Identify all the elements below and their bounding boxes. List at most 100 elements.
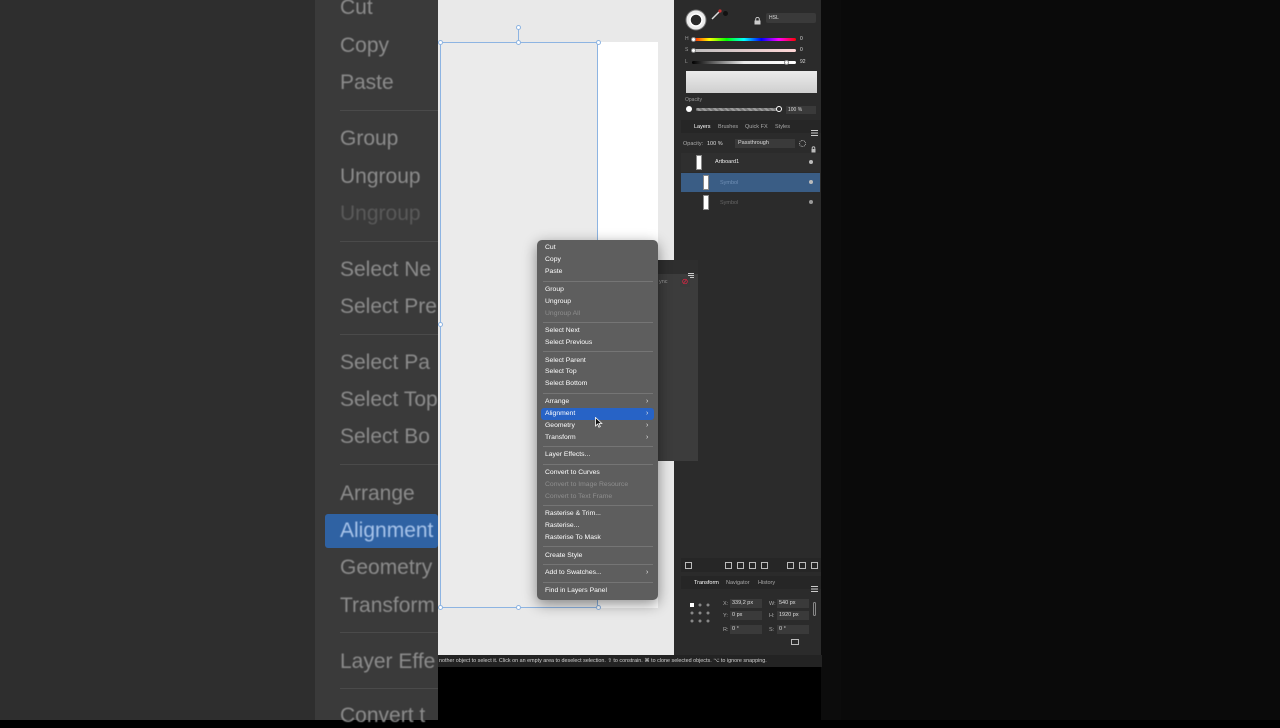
y-field[interactable]: 0 px xyxy=(730,611,762,620)
menu-item-add-to-swatches[interactable]: Add to Swatches... xyxy=(545,568,602,578)
selection-handle[interactable] xyxy=(438,605,443,610)
sync-off-icon[interactable]: ⊘ xyxy=(680,277,690,287)
trash-icon[interactable] xyxy=(811,562,818,569)
selection-handle[interactable] xyxy=(438,40,443,45)
color-well-icon[interactable] xyxy=(723,11,728,16)
tab-quick-fx[interactable]: Quick FX xyxy=(745,124,768,130)
mask-icon[interactable] xyxy=(725,562,732,569)
layer-name[interactable]: Artboard1 xyxy=(715,159,739,165)
saturation-slider[interactable] xyxy=(692,49,796,52)
add-group-icon[interactable] xyxy=(799,562,806,569)
selection-handle[interactable] xyxy=(596,40,601,45)
color-preview[interactable] xyxy=(686,71,817,93)
status-bar: nother object to select it. Click on an … xyxy=(438,655,822,667)
adjustment-icon[interactable] xyxy=(737,562,744,569)
lock-icon[interactable] xyxy=(811,140,816,153)
menu-item-create-style[interactable]: Create Style xyxy=(545,551,582,561)
layer-options-icon[interactable] xyxy=(685,562,692,569)
menu-item-find-in-layers-panel[interactable]: Find in Layers Panel xyxy=(545,586,607,596)
selection-handle[interactable] xyxy=(516,605,521,610)
selection-handle[interactable] xyxy=(596,605,601,610)
menu-item-select-previous[interactable]: Select Previous xyxy=(545,338,592,348)
menu-icon[interactable] xyxy=(811,123,818,136)
tab-history[interactable]: History xyxy=(758,580,775,586)
menu-item-rasterise-to-mask[interactable]: Rasterise To Mask xyxy=(545,533,601,543)
height-field[interactable]: 1920 px xyxy=(777,611,809,620)
menu-item-ungroup-all: Ungroup All xyxy=(545,310,581,317)
menu-item-select-parent[interactable]: Select Parent xyxy=(545,356,586,366)
lightness-slider[interactable] xyxy=(692,61,796,64)
chevron-right-icon: › xyxy=(646,410,649,417)
saturation-slider-knob[interactable] xyxy=(691,48,696,53)
gear-icon[interactable] xyxy=(799,140,806,147)
width-field[interactable]: 540 px xyxy=(777,599,809,608)
link-icon[interactable] xyxy=(813,602,816,616)
anchor-point-selector[interactable] xyxy=(689,602,711,624)
hue-value[interactable]: 0 xyxy=(800,36,803,42)
menu-item-rasterise[interactable]: Rasterise... xyxy=(545,521,579,531)
rotation-handle[interactable] xyxy=(516,25,521,30)
opacity-slider[interactable] xyxy=(696,108,778,111)
bg-menu-item: Paste xyxy=(340,71,394,94)
layer-row-selected[interactable] xyxy=(681,173,820,192)
color-model-select[interactable]: HSL xyxy=(766,13,816,23)
chevron-right-icon: › xyxy=(646,398,649,405)
visibility-icon[interactable] xyxy=(809,200,813,204)
menu-item-layer-effects[interactable]: Layer Effects... xyxy=(545,450,590,460)
menu-item-arrange[interactable]: Arrange xyxy=(545,397,569,407)
saturation-value[interactable]: 0 xyxy=(800,47,803,53)
w-label: W: xyxy=(769,601,776,607)
symbols-panel-fragment xyxy=(658,260,698,461)
transform-objects-icon[interactable] xyxy=(791,639,799,645)
layer-name[interactable]: Symbol xyxy=(720,200,738,206)
menu-item-group[interactable]: Group xyxy=(545,285,564,295)
layer-opacity-value[interactable]: 100 % xyxy=(707,141,723,147)
lightness-value[interactable]: 92 xyxy=(800,59,806,65)
menu-separator xyxy=(543,546,653,547)
bg-menu-item: Layer Effe xyxy=(340,650,436,673)
eyedropper-icon[interactable] xyxy=(710,8,722,20)
bg-menu-item: Copy xyxy=(340,34,390,57)
menu-item-select-top[interactable]: Select Top xyxy=(545,367,577,377)
selection-handle[interactable] xyxy=(516,40,521,45)
selection-handle[interactable] xyxy=(438,322,443,327)
layer-name[interactable]: Symbol xyxy=(720,180,738,186)
menu-item-geometry[interactable]: Geometry xyxy=(545,421,575,431)
add-pixel-layer-icon[interactable] xyxy=(787,562,794,569)
tab-styles[interactable]: Styles xyxy=(775,124,790,130)
opacity-value[interactable]: 100 % xyxy=(786,106,816,114)
chevron-right-icon: › xyxy=(646,422,649,429)
x-field[interactable]: 339,2 px xyxy=(730,599,762,608)
visibility-icon[interactable] xyxy=(809,160,813,164)
tab-navigator[interactable]: Navigator xyxy=(726,580,750,586)
hue-slider-knob[interactable] xyxy=(691,37,696,42)
live-filter-icon[interactable] xyxy=(761,562,768,569)
menu-item-select-bottom[interactable]: Select Bottom xyxy=(545,379,587,389)
opacity-slider-knob[interactable] xyxy=(776,106,782,112)
menu-item-ungroup[interactable]: Ungroup xyxy=(545,297,571,307)
menu-icon[interactable] xyxy=(811,579,818,592)
menu-item-cut[interactable]: Cut xyxy=(545,243,556,253)
layer-row[interactable] xyxy=(681,193,820,212)
lock-icon[interactable] xyxy=(754,12,761,25)
menu-icon[interactable] xyxy=(688,265,694,278)
blend-mode-select[interactable]: Passthrough xyxy=(735,139,795,148)
menu-item-convert-to-curves[interactable]: Convert to Curves xyxy=(545,468,600,478)
tab-transform[interactable]: Transform xyxy=(694,580,719,586)
visibility-icon[interactable] xyxy=(809,180,813,184)
menu-item-alignment[interactable]: Alignment xyxy=(545,409,575,419)
tab-brushes[interactable]: Brushes xyxy=(718,124,738,130)
menu-item-transform[interactable]: Transform xyxy=(545,433,576,443)
rotation-field[interactable]: 0 ° xyxy=(730,625,762,634)
menu-item-paste[interactable]: Paste xyxy=(545,267,562,277)
shear-field[interactable]: 0 ° xyxy=(777,625,809,634)
bg-separator xyxy=(340,688,438,689)
menu-item-copy[interactable]: Copy xyxy=(545,255,561,265)
tab-layers[interactable]: Layers xyxy=(694,124,711,130)
swatch-icon[interactable] xyxy=(684,8,708,32)
menu-item-select-next[interactable]: Select Next xyxy=(545,326,580,336)
fx-icon[interactable] xyxy=(749,562,756,569)
hue-slider[interactable] xyxy=(692,38,796,41)
lightness-slider-knob[interactable] xyxy=(784,60,789,65)
menu-item-rasterise-trim[interactable]: Rasterise & Trim... xyxy=(545,509,601,519)
